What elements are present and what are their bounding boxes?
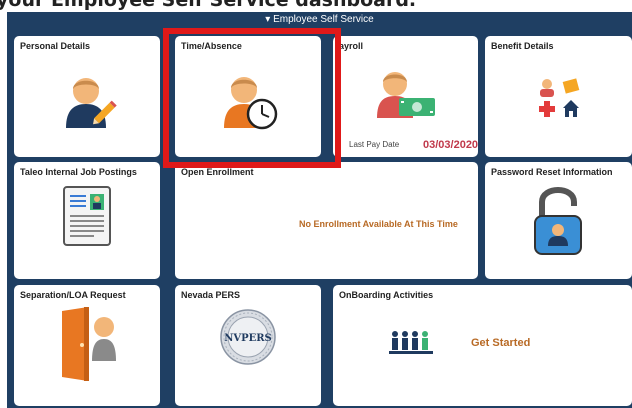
tile-onboarding-activities[interactable]: OnBoarding Activities Get Started [333, 285, 632, 406]
tile-payroll[interactable]: ayroll Last Pay Date 03/03/2020 [333, 36, 478, 157]
seal-text: NVPERS [224, 333, 272, 344]
tile-title: Benefit Details [491, 41, 554, 51]
last-pay-date-value: 03/03/2020 [423, 139, 478, 151]
people-group-icon [389, 331, 433, 354]
unlocked-padlock-icon [534, 187, 582, 255]
tile-title: Password Reset Information [491, 167, 613, 177]
person-exit-door-icon [62, 307, 116, 381]
highlight-box [163, 28, 341, 168]
tile-taleo-job-postings[interactable]: Taleo Internal Job Postings [14, 162, 160, 279]
tile-nevada-pers[interactable]: Nevada PERS NVPERS [175, 285, 321, 406]
last-pay-date-label: Last Pay Date [349, 140, 400, 149]
nvpers-seal-logo: NVPERS [220, 309, 276, 365]
tile-title: Open Enrollment [181, 167, 254, 177]
person-pencil-icon [66, 78, 117, 128]
tile-title: Nevada PERS [181, 290, 241, 300]
person-money-icon [377, 72, 435, 118]
tile-title: OnBoarding Activities [339, 290, 434, 300]
job-posting-document-icon [63, 186, 111, 246]
tile-open-enrollment[interactable]: Open Enrollment No Enrollment Available … [175, 162, 478, 279]
tile-separation-loa[interactable]: Separation/LOA Request [14, 285, 160, 406]
page-caption: your Employee Self Service dashboard. [0, 0, 417, 11]
tile-personal-details[interactable]: Personal Details [14, 36, 160, 157]
no-enrollment-message: No Enrollment Available At This Time [299, 219, 458, 229]
panel-header[interactable]: ▾ Employee Self Service [7, 12, 632, 28]
tile-title: Separation/LOA Request [20, 290, 126, 300]
tile-title: Personal Details [20, 41, 91, 51]
tile-title: Taleo Internal Job Postings [20, 167, 137, 177]
tile-title: ayroll [339, 41, 364, 51]
tile-benefit-details[interactable]: Benefit Details [485, 36, 632, 157]
benefits-icon [539, 78, 580, 117]
get-started-link[interactable]: Get Started [471, 337, 530, 349]
tile-password-reset[interactable]: Password Reset Information [485, 162, 632, 279]
